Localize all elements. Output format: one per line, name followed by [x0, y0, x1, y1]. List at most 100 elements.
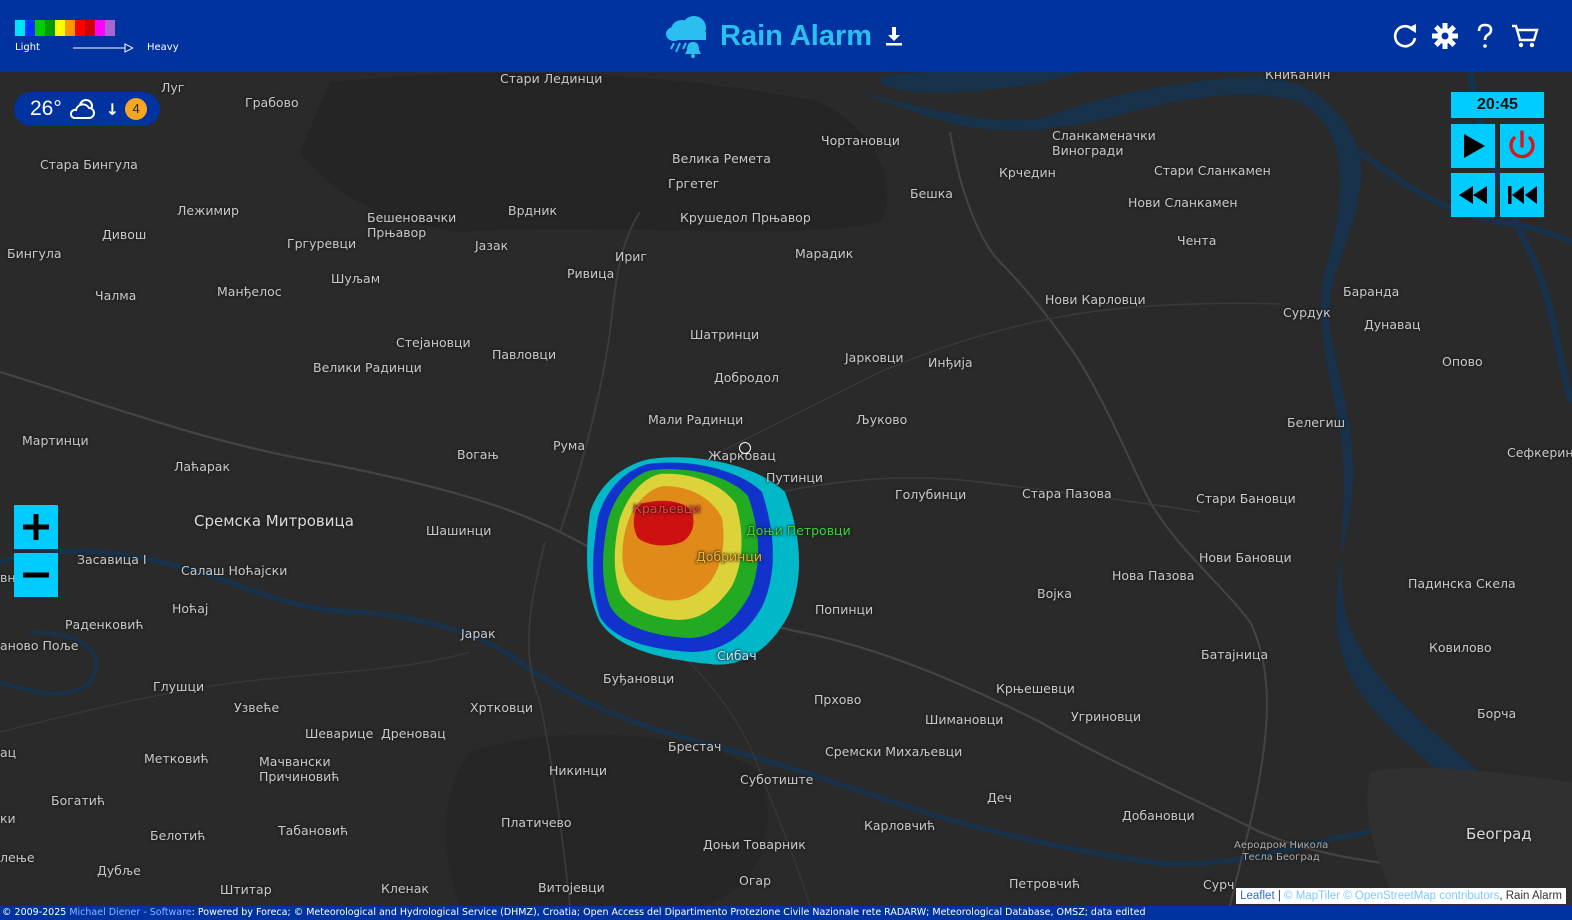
place-label: Стари Сланкамен [1154, 163, 1271, 178]
place-label: Батајница [1201, 647, 1269, 662]
place-label: Деч [987, 790, 1012, 805]
place-label: Мартинци [22, 433, 89, 448]
place-label: Глушци [153, 679, 205, 694]
refresh-icon[interactable] [1390, 20, 1420, 52]
footer-credits: : Powered by Foreca; © Meteorological an… [191, 907, 1146, 918]
place-label: Белотић [150, 828, 206, 843]
place-label: Аеродром Никола Тесла Београд [1234, 840, 1329, 863]
place-label: Огар [739, 873, 772, 888]
place-label: Прхово [814, 692, 862, 707]
place-label: Засавица I [77, 552, 147, 567]
down-arrow-icon: ↓ [105, 99, 120, 119]
place-label: Брестач [668, 739, 722, 754]
place-label: Стејановци [396, 335, 471, 350]
place-label: Сремска Митровица [194, 512, 354, 530]
legend-swatch [25, 20, 35, 36]
place-label: Бешеновачки Прњавор [367, 210, 457, 240]
place-label: лење [0, 850, 35, 865]
place-label: Гргетег [668, 176, 720, 191]
place-label: Добановци [1122, 808, 1195, 823]
power-icon [1509, 130, 1535, 159]
place-label: Манђелос [217, 284, 282, 299]
place-label: Баранда [1343, 284, 1400, 299]
legend-arrow-icon [73, 43, 133, 53]
place-label: Љуково [856, 412, 908, 427]
place-label: Грабово [245, 95, 299, 110]
place-label: аново Поље [0, 638, 79, 653]
place-label: ац [0, 745, 17, 760]
legend-light-label: Light [15, 42, 40, 53]
place-label: Шуљам [331, 271, 381, 286]
place-label: Крњешевци [996, 681, 1075, 696]
place-label: Буђановци [603, 671, 675, 686]
zoom-in-button[interactable] [14, 505, 58, 549]
intensity-legend: Light Heavy [15, 20, 179, 53]
radar-map[interactable]: Луг Грабово Стари Лединци Книћанин Стара Бин… [0, 72, 1572, 906]
place-label: Дунавац [1364, 317, 1421, 332]
legend-swatch [95, 20, 105, 36]
download-icon[interactable] [884, 25, 904, 47]
place-label: Вогањ [457, 447, 499, 462]
place-label: Витојевци [538, 880, 605, 895]
place-label: Лежимир [177, 203, 239, 218]
place-label: Шатринци [690, 327, 760, 342]
leaflet-link[interactable]: Leaflet [1240, 890, 1275, 902]
play-button[interactable] [1451, 124, 1495, 168]
place-label: Ковилово [1429, 640, 1492, 655]
current-weather[interactable]: 26° ↓ 4 [14, 92, 160, 126]
place-label: Опово [1442, 354, 1483, 369]
place-label: Добринци [696, 549, 762, 564]
place-label: Јарковци [845, 350, 904, 365]
rewind-icon [1459, 186, 1487, 204]
place-label: Ривица [567, 266, 615, 281]
place-label: Узвеће [234, 700, 280, 715]
place-label: Петровчић [1009, 876, 1080, 891]
place-label: Дубље [97, 863, 141, 878]
attribution-owner: , Rain Alarm [1499, 890, 1562, 902]
place-label: Падинска Скела [1408, 576, 1516, 591]
map-attribution: Leaflet | © MapTiler © OpenStreetMap con… [1236, 888, 1566, 904]
minus-icon [23, 572, 49, 578]
brand: Rain Alarm [662, 10, 904, 62]
place-label: Крчедин [999, 165, 1056, 180]
place-label: Велики Радинци [313, 360, 422, 375]
cart-icon[interactable] [1510, 20, 1540, 52]
skip-back-icon [1508, 186, 1537, 204]
app-header: Light Heavy Rain Alarm [0, 0, 1572, 72]
place-label: Лаћарак [174, 459, 231, 474]
radar-time: 20:45 [1451, 92, 1544, 118]
place-label: Шимановци [925, 712, 1004, 727]
power-button[interactable] [1500, 124, 1544, 168]
app-title: Rain Alarm [720, 19, 873, 52]
footer-author-link[interactable]: Michael Diener - Software [69, 907, 191, 918]
legend-swatch [15, 20, 25, 36]
place-label: Добродол [714, 370, 779, 385]
maptiler-link[interactable]: © MapTiler © OpenStreetMap contributors [1284, 890, 1499, 902]
place-label: Борча [1477, 706, 1517, 721]
place-label: Сурч [1203, 877, 1235, 892]
place-label: Попинци [815, 602, 874, 617]
place-label: Штитар [220, 882, 272, 897]
place-label: Путинци [766, 470, 824, 485]
temperature: 26° [30, 97, 62, 120]
place-label: Ноћај [172, 601, 209, 616]
rewind-button[interactable] [1451, 173, 1495, 217]
gear-icon[interactable] [1430, 20, 1460, 52]
mouse-cursor [739, 442, 751, 454]
skip-back-button[interactable] [1500, 173, 1544, 217]
place-label: Гргуревци [287, 236, 357, 251]
place-label: Рума [553, 438, 586, 453]
place-label: Мали Радинци [648, 412, 744, 427]
place-label: Сурдук [1283, 305, 1331, 320]
legend-swatch [65, 20, 75, 36]
place-label: Чортановци [821, 133, 900, 148]
place-label: Сефкерин [1507, 445, 1572, 460]
place-label: Суботиште [740, 772, 814, 787]
radar-echo [587, 457, 800, 665]
help-icon[interactable] [1470, 20, 1500, 52]
place-label: Раденковић [65, 617, 144, 632]
place-label: Сремски Михаљевци [825, 744, 963, 759]
zoom-out-button[interactable] [14, 553, 58, 597]
place-label: Богатић [51, 793, 106, 808]
place-label: Дреновац [381, 726, 446, 741]
